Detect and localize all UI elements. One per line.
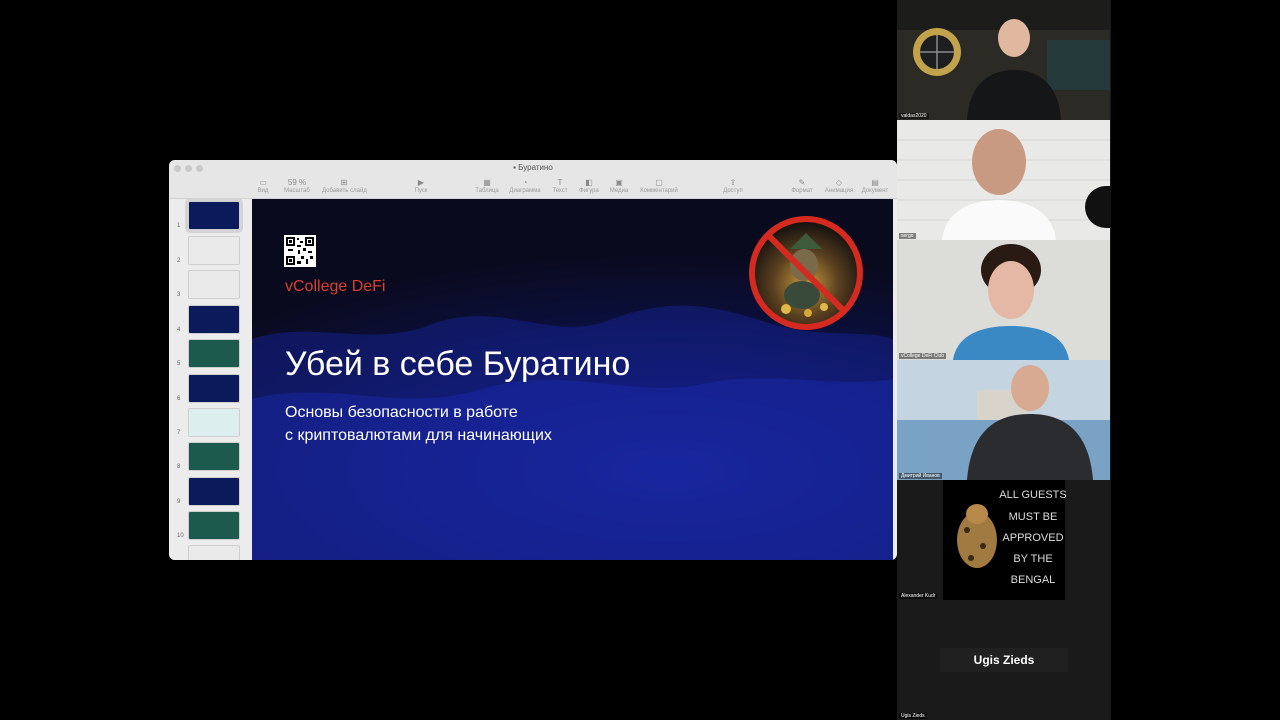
- media-label: Медиа: [609, 188, 629, 194]
- media-icon: ▣: [615, 178, 623, 187]
- participant-tile[interactable]: Ugis Zieds Ugis Zieds: [897, 600, 1110, 720]
- media-button[interactable]: ▣ Медиа: [597, 177, 641, 194]
- document-button[interactable]: ▤ Документ: [853, 177, 897, 194]
- slide-thumbnail-4[interactable]: [188, 305, 240, 334]
- participant-name: Alexander Kudr: [899, 593, 938, 599]
- window-title: ▪ Буратино: [513, 163, 553, 172]
- participant-name: valdas2020: [899, 113, 929, 119]
- zoom-label: Масштаб: [284, 188, 310, 194]
- comment-icon: ▢: [655, 178, 663, 187]
- slide-thumbnail-1[interactable]: [185, 198, 243, 233]
- slide-thumbnail-5[interactable]: [188, 339, 240, 368]
- slide-subtitle-line2: с криптовалютами для начинающих: [285, 427, 552, 444]
- poster-line: APPROVED: [1002, 532, 1063, 544]
- document-label: Документ: [861, 188, 889, 194]
- slide-number: 8: [177, 464, 181, 470]
- play-icon: ▶: [417, 178, 425, 187]
- participant-name: Дмитрий Иванов: [899, 473, 942, 479]
- zoom-value: 59 %: [287, 178, 307, 187]
- add-slide-icon: ⊞: [340, 178, 348, 187]
- slide-thumbnail-7[interactable]: [188, 408, 240, 437]
- slide-number: 7: [177, 430, 181, 436]
- slide-number: 10: [177, 533, 184, 539]
- participant-tile[interactable]: ALL GUESTS MUST BE APPROVED BY THE BENGA…: [897, 480, 1110, 600]
- participant-tile[interactable]: valdas2020: [897, 0, 1110, 120]
- participant-video: [897, 360, 1110, 480]
- zoom-button[interactable]: 59 % Масштаб: [275, 177, 319, 194]
- share-icon: ⇪: [729, 178, 737, 187]
- add-slide-label: Добавить слайд: [322, 188, 367, 194]
- slide-thumbnail-11[interactable]: [188, 545, 240, 560]
- window-titlebar: ▪ Буратино ▭ Вид 59 % Масштаб ⊞ Добавить сл…: [169, 160, 897, 199]
- slide-number: 1: [177, 223, 181, 229]
- participants-gallery: valdas2020 sergo vCollege DeFi Club Дмит…: [897, 0, 1111, 720]
- comment-label: Комментарий: [640, 188, 678, 194]
- slide-number: 5: [177, 361, 181, 367]
- slide-thumbnail-6[interactable]: [188, 374, 240, 403]
- slide-number: 9: [177, 499, 181, 505]
- qr-code: [284, 235, 316, 267]
- slide-thumbnail-9[interactable]: [188, 477, 240, 506]
- slide-number: 4: [177, 327, 181, 333]
- slide-number: 6: [177, 396, 181, 402]
- slide-thumbnail-10[interactable]: [188, 511, 240, 540]
- participant-name: vCollege DeFi Club: [899, 353, 947, 359]
- window-title-text: Буратино: [518, 163, 553, 172]
- shared-screen: ▪ Буратино ▭ Вид 59 % Масштаб ⊞ Добавить сл…: [169, 160, 897, 560]
- poster-line: MUST BE: [1009, 511, 1058, 523]
- brand-name: vCollege DeFi: [285, 278, 386, 295]
- participant-video: [897, 240, 1110, 360]
- add-slide-button[interactable]: ⊞ Добавить слайд: [322, 177, 367, 194]
- slide-thumbnail-8[interactable]: [188, 442, 240, 471]
- participant-tile[interactable]: sergo: [897, 120, 1110, 240]
- zoom-meeting-view: ▪ Буратино ▭ Вид 59 % Масштаб ⊞ Добавить сл…: [0, 0, 1280, 720]
- comment-button[interactable]: ▢ Комментарий: [637, 177, 681, 194]
- slide-title: Убей в себе Буратино: [285, 345, 631, 383]
- slide-thumbnail-2[interactable]: [188, 236, 240, 265]
- poster-line: ALL GUESTS: [999, 489, 1066, 501]
- participant-name: Ugis Zieds: [899, 713, 927, 719]
- slide-thumbnail-3[interactable]: [188, 270, 240, 299]
- slide-canvas[interactable]: vCollege DeFi Убей в себе Буратино Основ…: [252, 199, 893, 560]
- prohibited-pinocchio-icon: [749, 216, 863, 330]
- share-label: Доступ: [723, 188, 743, 194]
- bengal-cat-poster: ALL GUESTS MUST BE APPROVED BY THE BENGA…: [943, 480, 1067, 600]
- participant-display-name: Ugis Zieds: [940, 648, 1068, 672]
- participant-tile[interactable]: vCollege DeFi Club: [897, 240, 1110, 360]
- share-button[interactable]: ⇪ Доступ: [711, 177, 755, 194]
- participant-video: [897, 0, 1110, 120]
- slide-navigator: 1 2 3 4 5 6 7 8 9 10: [169, 198, 252, 560]
- slide-number: 2: [177, 258, 181, 264]
- poster-line: BENGAL: [1011, 574, 1056, 586]
- participant-tile[interactable]: Дмитрий Иванов: [897, 360, 1110, 480]
- slide-subtitle-line1: Основы безопасности в работе: [285, 404, 518, 421]
- document-icon: ▤: [871, 178, 879, 187]
- slide-number: 3: [177, 292, 181, 298]
- play-button[interactable]: ▶ Пуск: [399, 177, 443, 194]
- play-label: Пуск: [414, 188, 428, 194]
- participant-name: sergo: [899, 233, 916, 239]
- participant-video: [897, 120, 1110, 240]
- poster-line: BY THE: [1013, 553, 1052, 565]
